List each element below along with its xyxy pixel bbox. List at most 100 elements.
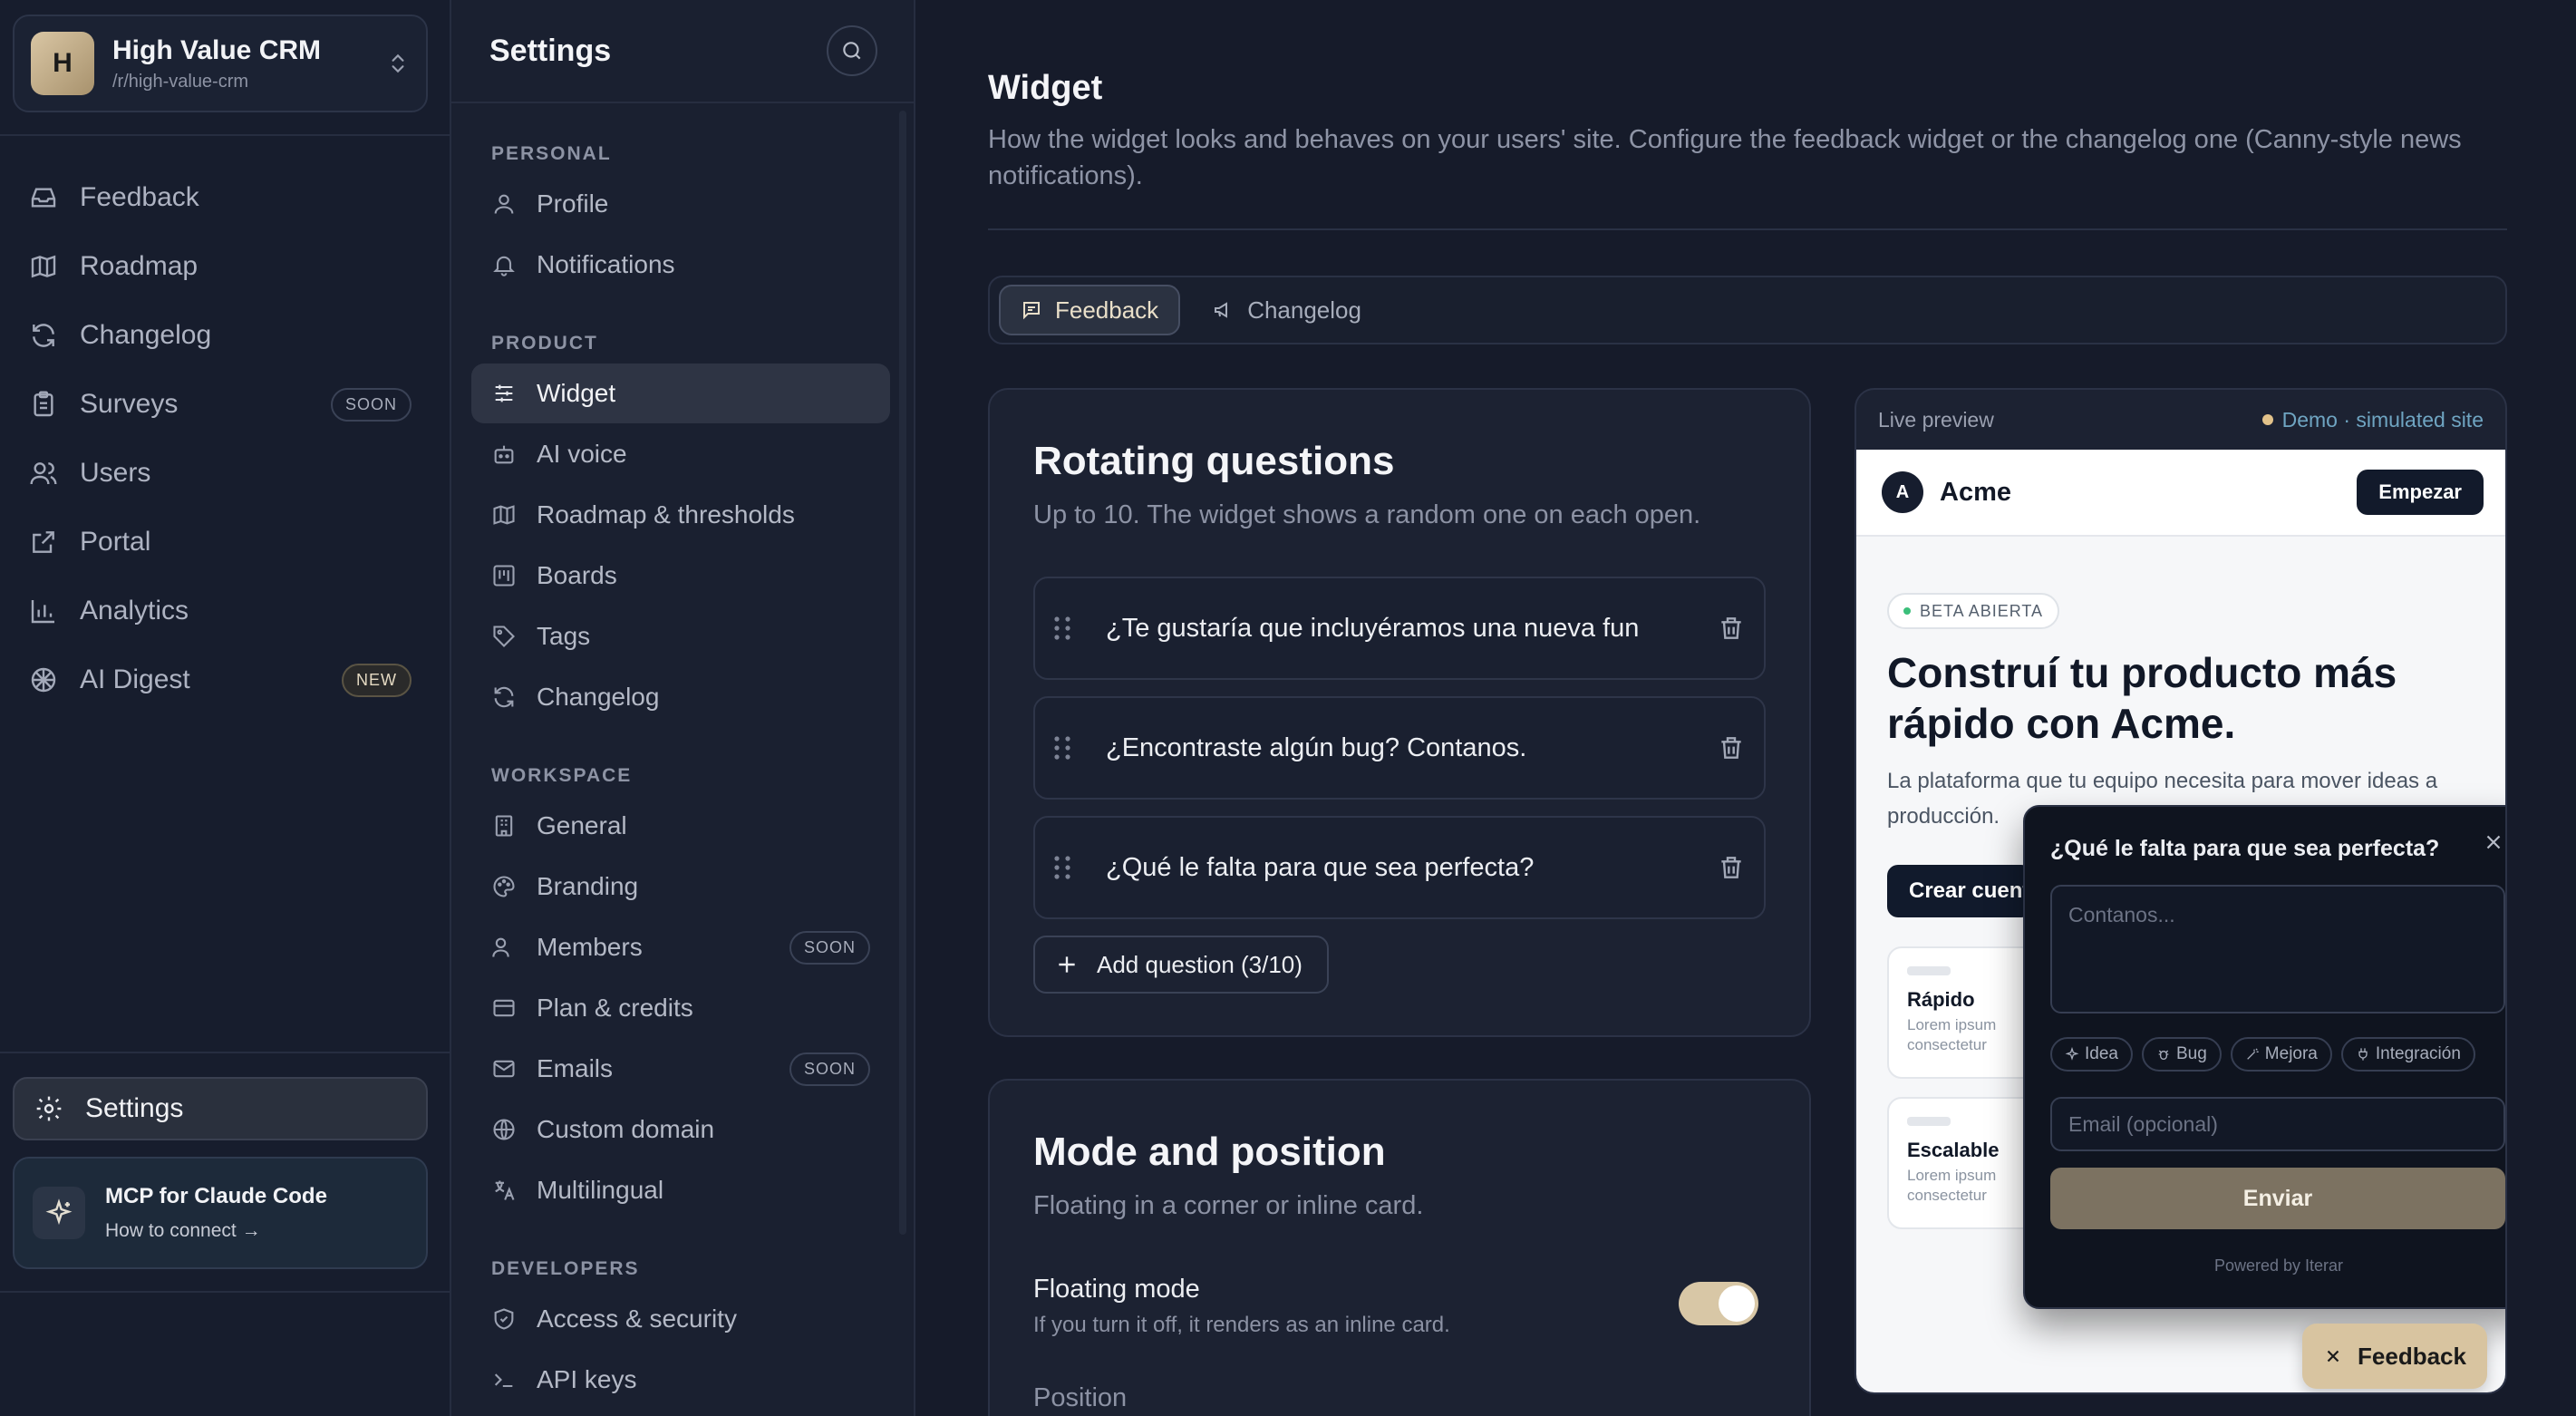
tag-idea[interactable]: Idea	[2050, 1037, 2133, 1072]
drag-handle-icon[interactable]	[1053, 735, 1075, 761]
drag-handle-icon[interactable]	[1053, 855, 1075, 880]
site-primary-button[interactable]: Crear cuenta	[1887, 865, 2032, 917]
question-row[interactable]: ¿Qué le falta para que sea perfecta?	[1033, 816, 1766, 919]
question-text[interactable]: ¿Qué le falta para que sea perfecta?	[1106, 853, 1699, 883]
divider	[988, 228, 2507, 230]
settings-item-boards[interactable]: Boards	[471, 546, 890, 606]
add-question-button[interactable]: Add question (3/10)	[1033, 936, 1329, 994]
section-developers: DEVELOPERS	[491, 1258, 640, 1279]
settings-item-notifications[interactable]: Notifications	[471, 235, 890, 295]
feedback-launcher-button[interactable]: Feedback	[2302, 1324, 2487, 1389]
trash-icon[interactable]	[1717, 853, 1746, 882]
app-sidebar: H High Value CRM /r/high-value-crm Feedb…	[0, 0, 451, 1416]
send-button[interactable]: Enviar	[2050, 1168, 2505, 1229]
site-brand: Acme	[1940, 477, 2011, 507]
tab-feedback[interactable]: Feedback	[999, 285, 1181, 335]
settings-item-roadmap-thresholds[interactable]: Roadmap & thresholds	[471, 485, 890, 545]
mcp-card[interactable]: MCP for Claude Code How to connect →	[13, 1157, 428, 1269]
settings-item-custom-domain[interactable]: Custom domain	[471, 1100, 890, 1159]
settings-item-widget[interactable]: Widget	[471, 364, 890, 423]
question-row[interactable]: ¿Encontraste algún bug? Contanos.	[1033, 696, 1766, 800]
nav-item-surveys[interactable]: Surveys SOON	[13, 370, 428, 439]
page-title: Widget	[988, 69, 1103, 107]
search-button[interactable]	[827, 25, 877, 76]
drag-handle-icon[interactable]	[1053, 616, 1075, 641]
megaphone-icon	[1213, 299, 1235, 321]
sidebar-divider	[0, 134, 451, 136]
nav-item-ai-digest[interactable]: AI Digest NEW	[13, 645, 428, 714]
tag-bug[interactable]: Bug	[2141, 1037, 2222, 1072]
brain-icon	[29, 665, 58, 694]
card-title: Mode and position	[1033, 1130, 1386, 1174]
settings-item-api-keys[interactable]: API keys	[471, 1350, 890, 1410]
status-dot	[1903, 607, 1911, 615]
mcp-connect-link[interactable]: How to connect →	[105, 1220, 327, 1242]
bot-icon	[491, 441, 517, 467]
search-icon	[840, 39, 864, 63]
nav-item-changelog[interactable]: Changelog	[13, 301, 428, 370]
user-icon	[491, 191, 517, 217]
clipboard-icon	[29, 390, 58, 419]
live-preview: Live preview Demo · simulated site A Acm…	[1855, 388, 2507, 1394]
credit-card-icon	[491, 995, 517, 1021]
sliders-icon	[491, 381, 517, 406]
settings-item-access-security[interactable]: Access & security	[471, 1289, 890, 1349]
card-subtitle: Floating in a corner or inline card.	[1033, 1191, 1424, 1220]
sidebar-divider	[0, 1052, 451, 1053]
tab-changelog[interactable]: Changelog	[1193, 285, 1381, 335]
workspace-slug: /r/high-value-crm	[112, 71, 249, 92]
nav-item-roadmap[interactable]: Roadmap	[13, 232, 428, 301]
floating-mode-toggle[interactable]	[1679, 1282, 1758, 1325]
toggle-knob	[1719, 1285, 1755, 1322]
kanban-icon	[491, 563, 517, 588]
floating-mode-hint: If you turn it off, it renders as an inl…	[1033, 1313, 1450, 1337]
settings-item-general[interactable]: General	[471, 796, 890, 856]
beta-badge: BETA ABIERTA	[1887, 593, 2060, 629]
section-workspace: WORKSPACE	[491, 765, 633, 786]
settings-button[interactable]: Settings	[13, 1077, 428, 1140]
settings-item-ai-voice[interactable]: AI voice	[471, 424, 890, 484]
card-title: Rotating questions	[1033, 439, 1395, 483]
close-icon[interactable]	[2482, 830, 2505, 854]
question-text[interactable]: ¿Te gustaría que incluyéramos una nueva …	[1106, 614, 1699, 644]
plus-icon	[1055, 953, 1079, 976]
settings-item-members[interactable]: Members SOON	[471, 917, 890, 977]
settings-title: Settings	[489, 33, 612, 68]
settings-scrollbar[interactable]	[899, 111, 906, 1235]
plug-icon	[2356, 1047, 2370, 1062]
nav-item-users[interactable]: Users	[13, 439, 428, 508]
settings-item-emails[interactable]: Emails SOON	[471, 1039, 890, 1099]
tag-icon	[491, 624, 517, 649]
settings-item-profile[interactable]: Profile	[471, 174, 890, 234]
nav-item-analytics[interactable]: Analytics	[13, 577, 428, 645]
powered-by: Powered by Iterar	[2213, 1256, 2344, 1275]
site-logo: A	[1882, 471, 1923, 513]
bug-icon	[2156, 1047, 2171, 1062]
terminal-icon	[491, 1367, 517, 1392]
card-subtitle: Up to 10. The widget shows a random one …	[1033, 500, 1701, 529]
nav-item-feedback[interactable]: Feedback	[13, 163, 428, 232]
settings-item-branding[interactable]: Branding	[471, 857, 890, 917]
users-icon	[491, 935, 517, 960]
email-field[interactable]: Email (opcional)	[2050, 1097, 2505, 1151]
settings-item-multilingual[interactable]: Multilingual	[471, 1160, 890, 1220]
trash-icon[interactable]	[1717, 733, 1746, 762]
tag-mejora[interactable]: Mejora	[2230, 1037, 2332, 1072]
question-row[interactable]: ¿Te gustaría que incluyéramos una nueva …	[1033, 577, 1766, 680]
category-tags: Idea Bug Mejora Integración	[2050, 1037, 2475, 1072]
workspace-switcher[interactable]: H High Value CRM /r/high-value-crm	[13, 15, 428, 112]
settings-item-plan-credits[interactable]: Plan & credits	[471, 978, 890, 1038]
nav-item-portal[interactable]: Portal	[13, 508, 428, 577]
soon-badge: SOON	[789, 1052, 870, 1086]
tag-integracion[interactable]: Integración	[2340, 1037, 2475, 1072]
feedback-textarea[interactable]: Contanos...	[2050, 885, 2505, 1014]
trash-icon[interactable]	[1717, 614, 1746, 643]
site-cta-button[interactable]: Empezar	[2357, 470, 2484, 515]
settings-item-tags[interactable]: Tags	[471, 606, 890, 666]
mode-position-card: Mode and position Floating in a corner o…	[988, 1079, 1811, 1416]
page-description: How the widget looks and behaves on your…	[988, 125, 2462, 190]
settings-item-changelog[interactable]: Changelog	[471, 667, 890, 727]
feature-bar	[1907, 1117, 1951, 1126]
question-text[interactable]: ¿Encontraste algún bug? Contanos.	[1106, 733, 1699, 763]
main-content: Widget How the widget looks and behaves …	[915, 0, 2576, 1416]
